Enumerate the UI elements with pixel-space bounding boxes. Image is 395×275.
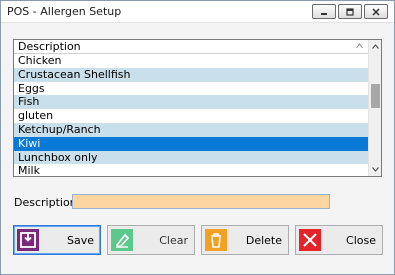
list-item[interactable]: Lunchbox only bbox=[14, 150, 369, 165]
chevron-up-icon bbox=[371, 44, 379, 49]
scroll-down-button[interactable] bbox=[369, 163, 381, 176]
window-title: POS - Allergen Setup bbox=[7, 5, 122, 18]
list-header[interactable]: Description bbox=[14, 40, 369, 54]
close-label: Close bbox=[346, 234, 376, 247]
save-label: Save bbox=[66, 234, 94, 247]
save-button[interactable]: Save bbox=[13, 225, 101, 255]
list-rows: Chicken Crustacean Shellfish Eggs Fish glute… bbox=[14, 54, 369, 178]
save-icon bbox=[16, 228, 40, 252]
restore-button[interactable] bbox=[338, 4, 362, 19]
restore-icon bbox=[346, 7, 354, 16]
list-item[interactable]: Chicken bbox=[14, 54, 369, 68]
list-item[interactable]: Crustacean Shellfish bbox=[14, 67, 369, 82]
x-icon bbox=[298, 228, 322, 252]
list-item[interactable]: Eggs bbox=[14, 82, 369, 96]
close-button[interactable]: Close bbox=[295, 225, 383, 255]
clear-button[interactable]: Clear bbox=[107, 225, 195, 255]
close-icon bbox=[372, 7, 380, 16]
delete-button[interactable]: Delete bbox=[201, 225, 289, 255]
minimize-button[interactable] bbox=[312, 4, 336, 19]
sort-ascending-icon bbox=[356, 43, 363, 49]
list-item[interactable]: gluten bbox=[14, 109, 369, 123]
scroll-thumb[interactable] bbox=[371, 84, 380, 108]
allergen-list[interactable]: Description Chicken Crustacean Shellfish E… bbox=[13, 39, 382, 177]
close-window-button[interactable] bbox=[364, 4, 388, 19]
eraser-icon bbox=[110, 228, 134, 252]
list-item[interactable]: Milk bbox=[14, 164, 369, 178]
list-item[interactable]: Kiwi bbox=[14, 136, 369, 151]
clear-label: Clear bbox=[159, 234, 188, 247]
scroll-up-button[interactable] bbox=[369, 40, 381, 53]
title-bar: POS - Allergen Setup bbox=[1, 1, 394, 23]
chevron-down-icon bbox=[371, 167, 379, 172]
trash-icon bbox=[204, 228, 228, 252]
delete-label: Delete bbox=[245, 234, 282, 247]
description-input[interactable] bbox=[72, 194, 330, 209]
allergen-setup-window: POS - Allergen Setup Description Chicken… bbox=[0, 0, 395, 275]
list-item[interactable]: Ketchup/Ranch bbox=[14, 122, 369, 137]
description-label: Description: bbox=[14, 196, 81, 209]
window-controls bbox=[310, 4, 388, 19]
list-item[interactable]: Fish bbox=[14, 95, 369, 110]
vertical-scrollbar[interactable] bbox=[368, 40, 381, 176]
column-header-description[interactable]: Description bbox=[18, 40, 81, 54]
minimize-icon bbox=[321, 12, 327, 15]
